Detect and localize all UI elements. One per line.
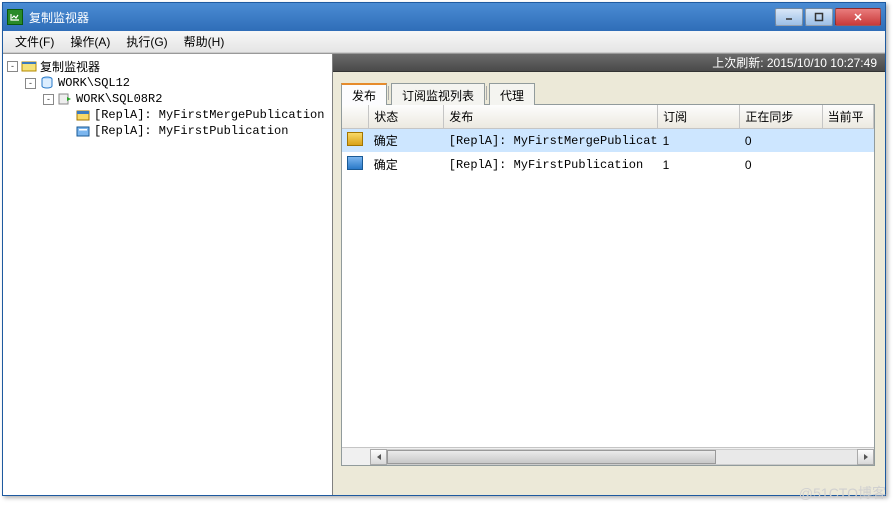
tab-strip: 发布 订阅监视列表 代理 (341, 82, 875, 104)
table-row[interactable]: 确定[ReplA]: MyFirstMergePublication10 (342, 129, 874, 153)
horizontal-scrollbar[interactable] (342, 447, 874, 465)
tree-root[interactable]: - 复制监视器 (7, 58, 328, 75)
tree-label: 复制监视器 (40, 58, 100, 75)
scroll-track[interactable] (387, 449, 857, 465)
table-row[interactable]: 确定[ReplA]: MyFirstPublication10 (342, 153, 874, 177)
publication-icon (75, 107, 91, 123)
app-icon (7, 9, 23, 25)
menu-run[interactable]: 执行(G) (118, 31, 175, 52)
cell-publication: [ReplA]: MyFirstMergePublication (444, 129, 658, 153)
cell-status: 确定 (369, 129, 444, 153)
col-publication[interactable]: 发布 (444, 105, 658, 129)
col-current[interactable]: 当前平 (822, 105, 873, 129)
server-icon (57, 91, 73, 107)
tree-label: [ReplA]: MyFirstMergePublication (94, 108, 324, 122)
refresh-bar: 上次刷新: 2015/10/10 10:27:49 (333, 54, 885, 72)
expand-icon[interactable]: - (7, 61, 18, 72)
cell-current (822, 129, 873, 153)
cell-publication: [ReplA]: MyFirstPublication (444, 153, 658, 177)
monitor-icon (21, 59, 37, 75)
expand-icon[interactable]: - (25, 78, 36, 89)
tree-pane[interactable]: - 复制监视器 - WORK\SQL12 - WORK\SQL08R2 (3, 54, 333, 495)
tab-agents[interactable]: 代理 (489, 83, 535, 105)
col-icon[interactable] (342, 105, 369, 129)
minimize-button[interactable] (775, 8, 803, 26)
publications-table[interactable]: 状态 发布 订阅 正在同步 当前平 确定[ReplA]: MyFirstMerg… (342, 105, 874, 177)
window-title: 复制监视器 (29, 9, 775, 26)
tree-publication[interactable]: [ReplA]: MyFirstPublication (7, 123, 328, 139)
last-refresh-label: 上次刷新: 2015/10/10 10:27:49 (712, 54, 877, 71)
cell-current (822, 153, 873, 177)
tab-separator (388, 86, 389, 100)
expand-icon[interactable]: - (43, 94, 54, 105)
col-syncing[interactable]: 正在同步 (740, 105, 822, 129)
tree-server[interactable]: - WORK\SQL08R2 (7, 91, 328, 107)
col-status[interactable]: 状态 (369, 105, 444, 129)
menu-action[interactable]: 操作(A) (62, 31, 118, 52)
publication-icon (75, 123, 91, 139)
scroll-right-button[interactable] (857, 449, 874, 465)
grid-panel: 状态 发布 订阅 正在同步 当前平 确定[ReplA]: MyFirstMerg… (341, 104, 875, 466)
scroll-left-button[interactable] (370, 449, 387, 465)
tree-label: WORK\SQL08R2 (76, 92, 162, 106)
menu-help[interactable]: 帮助(H) (176, 31, 233, 52)
maximize-button[interactable] (805, 8, 833, 26)
row-type-icon (347, 156, 363, 170)
tree-publication[interactable]: [ReplA]: MyFirstMergePublication (7, 107, 328, 123)
cell-status: 确定 (369, 153, 444, 177)
close-button[interactable] (835, 8, 881, 26)
cell-syncing: 0 (740, 153, 822, 177)
row-type-icon (347, 132, 363, 146)
titlebar[interactable]: 复制监视器 (3, 3, 885, 31)
scroll-thumb[interactable] (387, 450, 716, 464)
col-subscription[interactable]: 订阅 (658, 105, 740, 129)
menubar: 文件(F) 操作(A) 执行(G) 帮助(H) (3, 31, 885, 53)
tab-separator (486, 86, 487, 100)
tree-label: [ReplA]: MyFirstPublication (94, 124, 288, 138)
tree-label: WORK\SQL12 (58, 76, 130, 90)
cell-syncing: 0 (740, 129, 822, 153)
server-group-icon (39, 75, 55, 91)
tab-watchlist[interactable]: 订阅监视列表 (391, 83, 485, 105)
tab-publications[interactable]: 发布 (341, 83, 387, 105)
menu-file[interactable]: 文件(F) (7, 31, 62, 52)
cell-subscription: 1 (658, 129, 740, 153)
cell-subscription: 1 (658, 153, 740, 177)
tree-group[interactable]: - WORK\SQL12 (7, 75, 328, 91)
